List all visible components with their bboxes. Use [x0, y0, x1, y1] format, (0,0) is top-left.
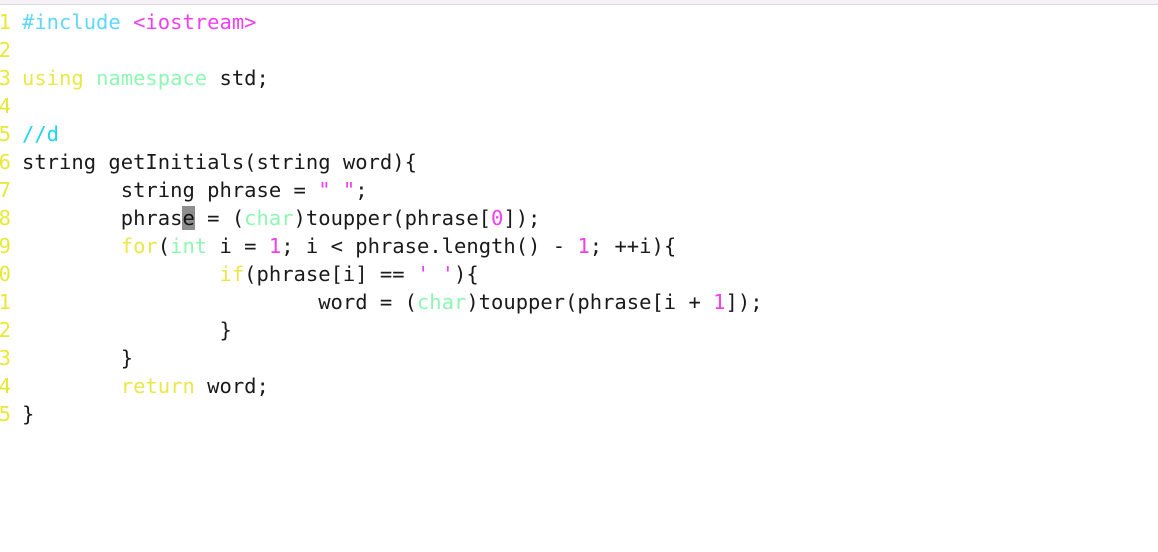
line-number: 1 — [0, 290, 11, 314]
code-token: char — [244, 206, 294, 230]
code-token: } — [22, 318, 232, 342]
code-token: using — [22, 66, 84, 90]
code-token: ]); — [725, 290, 763, 314]
line-number: 2 — [0, 318, 11, 342]
line-number: 3 — [0, 346, 11, 370]
code-line[interactable]: 7 string phrase = " "; — [0, 176, 763, 204]
line-number: 1 — [0, 10, 11, 34]
line-number: 6 — [0, 150, 11, 174]
code-token: word = ( — [22, 290, 417, 314]
code-text[interactable]: #include <iostream> — [11, 8, 257, 36]
code-text[interactable]: } — [11, 344, 133, 372]
code-token: namespace — [96, 66, 208, 90]
code-token: ){ — [454, 262, 479, 286]
code-token: char — [416, 290, 467, 314]
code-token: (phrase[i] == — [244, 262, 417, 286]
code-text[interactable]: } — [11, 400, 34, 428]
code-token: int — [170, 234, 208, 258]
code-token: ( — [157, 234, 171, 258]
code-line[interactable]: 4 — [0, 92, 763, 120]
code-text[interactable]: if(phrase[i] == ' '){ — [11, 260, 479, 288]
code-token: } — [22, 346, 134, 370]
code-line[interactable]: 9 for(int i = 1; i < phrase.length() - 1… — [0, 232, 763, 260]
code-token: ' ' — [416, 262, 454, 286]
line-number: 9 — [0, 234, 11, 258]
code-token: return — [120, 374, 195, 398]
line-number: 5 — [0, 402, 11, 426]
text-cursor: e — [182, 206, 195, 230]
code-line[interactable]: 8 phrase = (char)toupper(phrase[0]); — [0, 204, 763, 232]
code-text[interactable]: phrase = (char)toupper(phrase[0]); — [11, 204, 540, 232]
code-line[interactable]: 0 if(phrase[i] == ' '){ — [0, 260, 763, 288]
code-line[interactable]: 2 — [0, 36, 763, 64]
code-token: ; ++i){ — [589, 234, 677, 258]
code-line[interactable]: 5 //d — [0, 120, 763, 148]
code-text[interactable]: string phrase = " "; — [11, 176, 368, 204]
code-token: string phrase = — [22, 178, 319, 202]
code-text[interactable]: using namespace std; — [11, 64, 269, 92]
code-text[interactable]: } — [11, 316, 232, 344]
code-line[interactable]: 1 #include <iostream> — [0, 8, 763, 36]
code-token: std; — [207, 66, 269, 90]
code-token: //d — [22, 122, 60, 146]
code-line[interactable]: 5} — [0, 400, 763, 428]
code-token: ; — [355, 178, 368, 202]
code-token: <iostream> — [133, 10, 257, 34]
line-number: 3 — [0, 66, 11, 90]
code-token: string getInitials(string word){ — [22, 150, 417, 174]
code-token: } — [22, 402, 35, 426]
code-line[interactable]: 4 return word; — [0, 372, 763, 400]
code-token: )toupper(phrase[i + — [466, 290, 714, 314]
code-line[interactable]: 3 } — [0, 344, 763, 372]
line-number: 2 — [0, 38, 11, 62]
line-number: 4 — [0, 374, 11, 398]
code-token: for — [120, 234, 158, 258]
line-number: 5 — [0, 122, 11, 146]
code-token: )toupper(phrase[ — [293, 206, 492, 230]
code-editor[interactable]: 1 #include <iostream> 2 3 using namespace st… — [0, 8, 763, 428]
code-token: 1 — [577, 234, 590, 258]
line-number: 8 — [0, 206, 11, 230]
code-text[interactable]: return word; — [11, 372, 269, 400]
code-line[interactable]: 3 using namespace std; — [0, 64, 763, 92]
code-text[interactable]: word = (char)toupper(phrase[i + 1]); — [11, 288, 763, 316]
code-token: ; i < phrase.length() - — [281, 234, 578, 258]
code-line[interactable]: 6 string getInitials(string word){ — [0, 148, 763, 176]
code-line[interactable]: 2 } — [0, 316, 763, 344]
code-token: #include — [22, 10, 121, 34]
code-line[interactable]: 1 word = (char)toupper(phrase[i + 1]); — [0, 288, 763, 316]
code-token: 1 — [713, 290, 726, 314]
code-token: i = — [207, 234, 269, 258]
code-token: 0 — [491, 206, 504, 230]
line-number: 0 — [0, 262, 11, 286]
code-token: = ( — [194, 206, 245, 230]
code-token: word; — [194, 374, 269, 398]
code-token: phras — [22, 206, 183, 230]
code-token: " " — [318, 178, 356, 202]
line-number: 4 — [0, 94, 11, 118]
window-top-border — [0, 0, 1158, 5]
code-token: 1 — [268, 234, 282, 258]
code-text[interactable]: string getInitials(string word){ — [11, 148, 417, 176]
code-text[interactable]: //d — [11, 120, 59, 148]
code-text[interactable]: for(int i = 1; i < phrase.length() - 1; … — [11, 232, 676, 260]
line-number: 7 — [0, 178, 11, 202]
code-token: ]); — [503, 206, 541, 230]
code-token: if — [219, 262, 245, 286]
